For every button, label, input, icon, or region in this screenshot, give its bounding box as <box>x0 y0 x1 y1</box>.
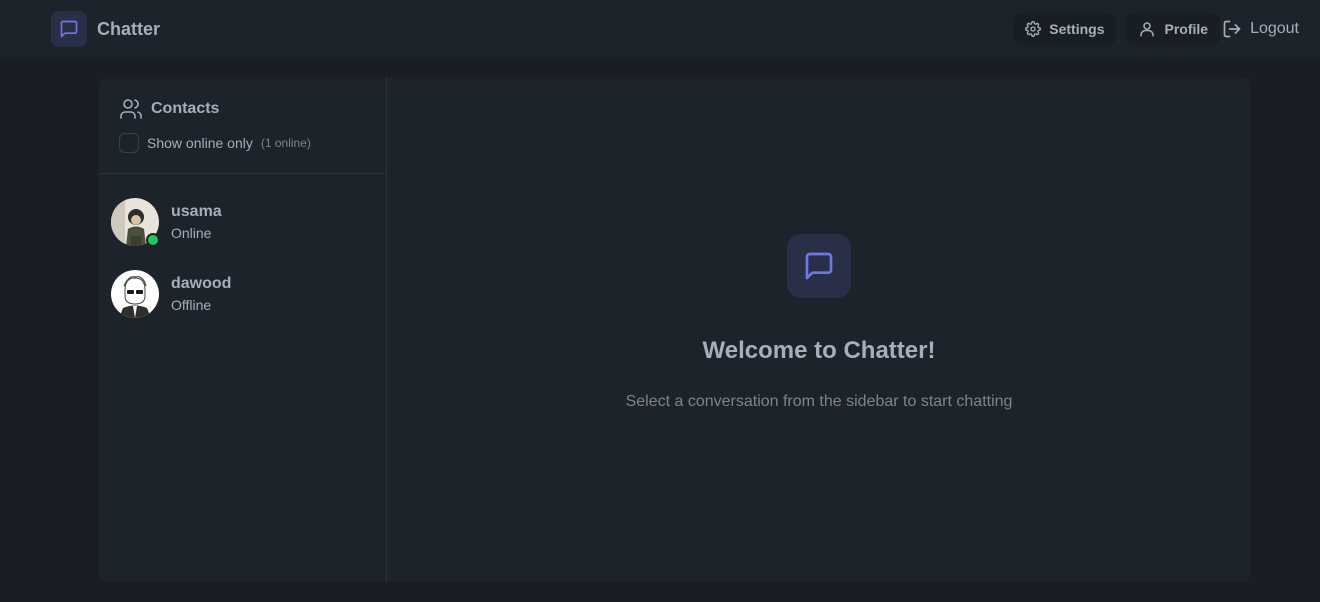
contacts-sidebar: Contacts Show online only (1 online) usa… <box>99 77 387 582</box>
logout-label: Logout <box>1250 20 1299 37</box>
avatar <box>111 270 159 318</box>
user-icon <box>1140 22 1155 37</box>
sidebar-header: Contacts Show online only (1 online) <box>99 77 386 174</box>
contact-name: usama <box>171 203 222 220</box>
contact-status: Offline <box>171 297 212 313</box>
message-square-icon <box>805 252 833 280</box>
contact-item[interactable]: usama Online <box>99 186 386 258</box>
welcome-badge <box>787 234 851 298</box>
logout-icon <box>1223 20 1241 38</box>
online-indicator <box>146 233 160 247</box>
brand-link[interactable]: Chatter <box>51 11 160 47</box>
contact-name: dawood <box>171 275 232 292</box>
nav-actions: Settings Profile Logout <box>1003 13 1299 45</box>
settings-button[interactable]: Settings <box>1013 13 1117 45</box>
chat-container: Contacts Show online only (1 online) usa… <box>99 77 1251 582</box>
brand-badge <box>51 11 87 47</box>
contacts-heading: Contacts <box>119 97 219 121</box>
contact-item[interactable]: dawood Offline <box>99 258 386 330</box>
logout-button[interactable]: Logout <box>1222 13 1299 45</box>
welcome-title: Welcome to Chatter! <box>702 337 936 364</box>
message-square-icon <box>60 20 78 38</box>
contacts-title: Contacts <box>151 100 220 117</box>
online-only-label: Show online only <box>147 135 253 151</box>
avatar-wrapper <box>111 270 159 318</box>
app-title: Chatter <box>97 18 161 39</box>
top-navbar: Chatter Settings Profile Logout <box>0 0 1320 60</box>
contact-info: dawood Offline <box>171 275 231 313</box>
contact-info: usama Online <box>171 203 222 241</box>
gear-icon <box>1025 21 1042 37</box>
welcome-panel: Welcome to Chatter! Select a conversatio… <box>387 77 1251 582</box>
online-only-checkbox[interactable] <box>119 133 139 153</box>
profile-button[interactable]: Profile <box>1126 13 1221 45</box>
avatar-wrapper <box>111 198 160 247</box>
users-icon <box>120 99 142 119</box>
settings-label: Settings <box>1049 21 1105 37</box>
contact-status: Online <box>171 225 212 241</box>
online-only-filter[interactable]: Show online only (1 online) <box>119 133 311 153</box>
welcome-subtitle: Select a conversation from the sidebar t… <box>625 393 1013 410</box>
online-count: (1 online) <box>260 136 311 150</box>
profile-label: Profile <box>1164 21 1209 37</box>
